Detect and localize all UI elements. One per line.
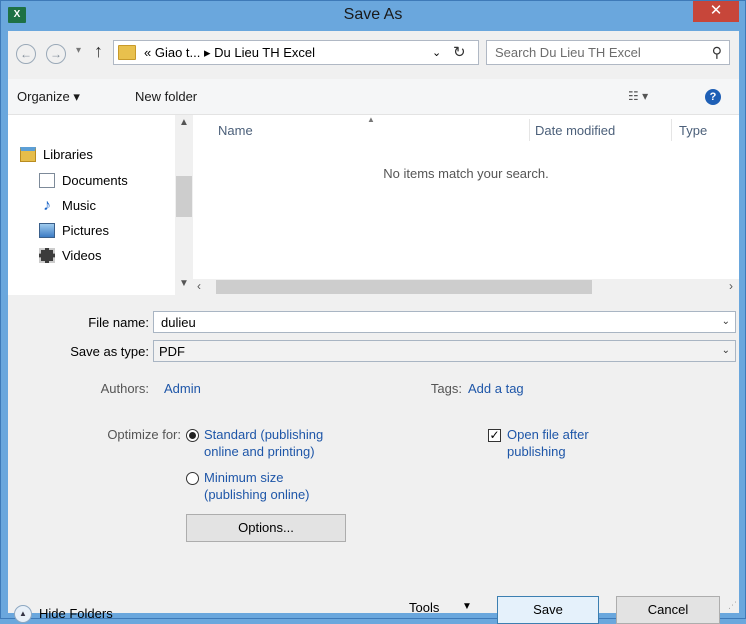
- column-header-name[interactable]: Name: [218, 123, 253, 138]
- scroll-thumb[interactable]: [176, 176, 192, 217]
- column-header-date-modified[interactable]: Date modified: [535, 123, 615, 138]
- address-bar: ← → ▾ ↑ « Giao t... ▸ Du Lieu TH Excel ⌄…: [8, 31, 739, 79]
- minimum-option-line1[interactable]: Minimum size: [204, 470, 283, 485]
- libraries-icon: [20, 146, 36, 162]
- organize-button[interactable]: Organize ▾: [17, 89, 80, 105]
- nav-item-label: Videos: [62, 247, 102, 263]
- tools-button[interactable]: Tools: [409, 600, 439, 615]
- chevron-down-icon[interactable]: ⌄: [722, 345, 730, 356]
- nav-item-pictures[interactable]: Pictures: [39, 219, 109, 241]
- help-icon[interactable]: ?: [705, 89, 721, 105]
- minimum-size-radio[interactable]: [186, 472, 199, 485]
- file-name-field[interactable]: ⌄: [153, 311, 736, 333]
- save-options: File name: ⌄ Save as type: PDF ⌄ Authors…: [8, 295, 739, 624]
- resize-grip-icon[interactable]: ⋰: [728, 600, 737, 611]
- file-name-label: File name:: [88, 315, 149, 330]
- column-divider[interactable]: [671, 119, 672, 141]
- close-button[interactable]: ✕: [693, 1, 739, 22]
- open-after-line2[interactable]: publishing: [507, 444, 566, 459]
- file-list: ▲ Name Date modified Type No items match…: [193, 115, 739, 279]
- nav-item-label: Documents: [62, 172, 128, 188]
- navigation-pane: Libraries Documents ♪ Music Pictures Vid…: [8, 115, 175, 295]
- folder-icon: [118, 45, 136, 60]
- file-list-scrollbar[interactable]: ‹ ›: [193, 279, 739, 295]
- pictures-icon: [39, 222, 55, 238]
- minimum-option-line2[interactable]: (publishing online): [204, 487, 310, 502]
- column-header-type[interactable]: Type: [679, 123, 707, 138]
- view-options-icon[interactable]: ☷ ▾: [628, 89, 648, 103]
- breadcrumb-path[interactable]: « Giao t... ▸ Du Lieu TH Excel: [144, 45, 315, 61]
- authors-label: Authors:: [100, 381, 149, 396]
- search-box[interactable]: ⚲: [486, 40, 730, 65]
- standard-option-line2[interactable]: online and printing): [204, 444, 315, 459]
- scroll-up-icon[interactable]: ▲: [175, 117, 193, 128]
- nav-scrollbar[interactable]: ▲ ▼: [175, 115, 193, 295]
- nav-item-music[interactable]: ♪ Music: [39, 194, 96, 216]
- music-icon: ♪: [43, 196, 51, 214]
- refresh-icon[interactable]: ↻: [453, 43, 466, 61]
- nav-item-documents[interactable]: Documents: [39, 169, 128, 191]
- open-after-line1[interactable]: Open file after: [507, 427, 589, 442]
- nav-item-label: Music: [62, 197, 96, 213]
- save-type-value: PDF: [159, 344, 185, 359]
- forward-icon[interactable]: →: [46, 44, 66, 64]
- save-type-label: Save as type:: [70, 344, 149, 359]
- title-bar: X Save As ✕: [1, 1, 745, 31]
- documents-icon: [39, 172, 55, 188]
- nav-item-libraries[interactable]: Libraries: [20, 143, 93, 165]
- tools-dropdown-icon[interactable]: ▼: [462, 601, 472, 612]
- scroll-thumb[interactable]: [216, 280, 592, 294]
- nav-item-label: Libraries: [43, 146, 93, 162]
- cancel-button[interactable]: Cancel: [616, 596, 720, 624]
- back-icon[interactable]: ←: [16, 44, 36, 64]
- tags-value[interactable]: Add a tag: [468, 381, 524, 396]
- scroll-left-icon[interactable]: ‹: [197, 279, 201, 293]
- path-dropdown-icon[interactable]: ⌄: [432, 46, 441, 59]
- hide-folders-icon[interactable]: ▲: [14, 605, 32, 623]
- breadcrumb[interactable]: « Giao t... ▸ Du Lieu TH Excel ⌄ ↻: [113, 40, 479, 65]
- search-icon[interactable]: ⚲: [712, 44, 722, 61]
- sort-ascending-icon: ▲: [367, 115, 375, 124]
- tags-label: Tags:: [430, 381, 462, 396]
- empty-message: No items match your search.: [383, 166, 549, 181]
- nav-item-videos[interactable]: Videos: [39, 244, 102, 266]
- authors-value[interactable]: Admin: [164, 381, 201, 396]
- search-input[interactable]: [493, 43, 693, 62]
- standard-radio[interactable]: [186, 429, 199, 442]
- file-name-input[interactable]: [159, 313, 699, 331]
- scroll-right-icon[interactable]: ›: [729, 279, 733, 293]
- standard-option-line1[interactable]: Standard (publishing: [204, 427, 323, 442]
- nav-item-label: Pictures: [62, 222, 109, 238]
- column-divider[interactable]: [529, 119, 530, 141]
- chevron-down-icon[interactable]: ⌄: [722, 316, 730, 327]
- up-folder-icon[interactable]: ↑: [94, 41, 103, 62]
- videos-icon: [39, 247, 55, 263]
- optimize-label: Optimize for:: [107, 427, 181, 442]
- open-after-checkbox[interactable]: ✓: [488, 429, 501, 442]
- window-title: Save As: [343, 6, 403, 23]
- scroll-down-icon[interactable]: ▼: [175, 278, 193, 289]
- save-as-dialog: X Save As ✕ ← → ▾ ↑ « Giao t... ▸ Du Lie…: [0, 0, 746, 624]
- save-type-select[interactable]: PDF ⌄: [153, 340, 736, 362]
- dialog-client: ← → ▾ ↑ « Giao t... ▸ Du Lieu TH Excel ⌄…: [8, 31, 739, 624]
- save-button[interactable]: Save: [497, 596, 599, 624]
- recent-locations-icon[interactable]: ▾: [76, 45, 81, 56]
- command-toolbar: Organize ▾ New folder ☷ ▾ ?: [8, 79, 739, 115]
- new-folder-button[interactable]: New folder: [135, 89, 197, 104]
- options-button[interactable]: Options...: [186, 514, 346, 542]
